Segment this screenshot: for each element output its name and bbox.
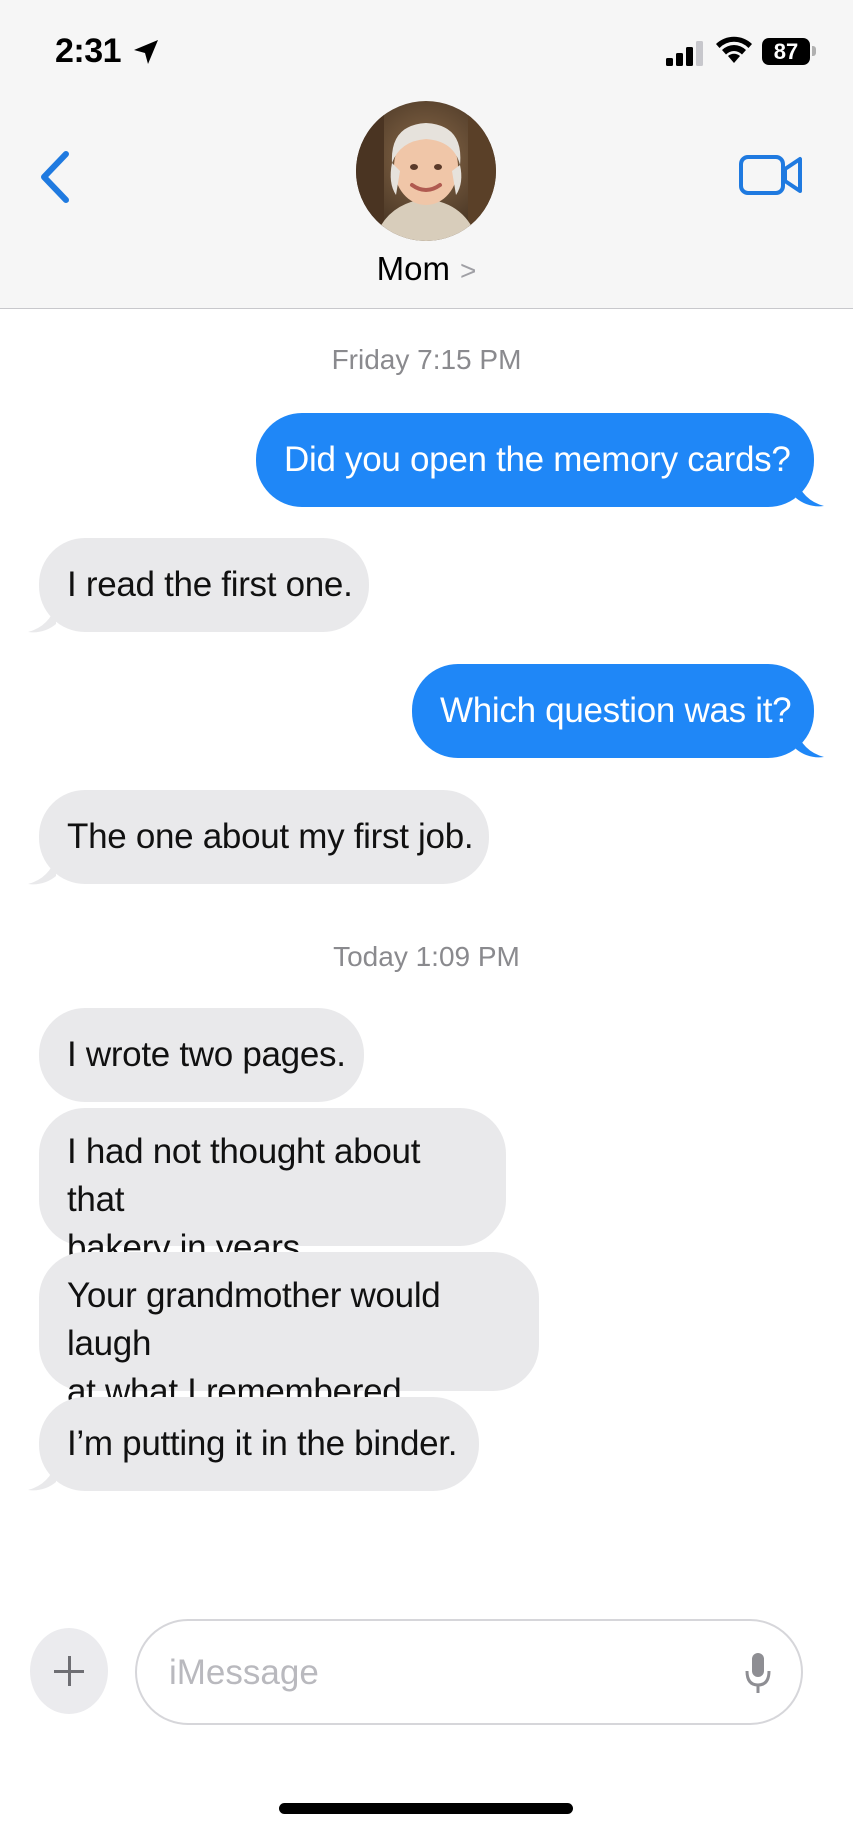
battery-icon: 87	[762, 38, 810, 65]
contact-name-button[interactable]: Mom >	[0, 250, 853, 288]
outgoing-message[interactable]: Which question was it?	[412, 664, 814, 758]
navigation-header: 2:31 87 Mom >	[0, 0, 853, 309]
cellular-signal-icon	[666, 41, 703, 66]
timestamp: Today 1:09 PM	[333, 941, 520, 972]
incoming-message[interactable]: Your grandmother would laugh at what I r…	[39, 1252, 539, 1411]
home-indicator	[279, 1803, 573, 1814]
location-arrow-icon	[134, 40, 158, 64]
incoming-message[interactable]: The one about my first job.	[39, 790, 489, 884]
wifi-icon	[716, 36, 752, 63]
contact-avatar[interactable]	[356, 101, 496, 241]
message-line: Your grandmother would laugh	[67, 1276, 441, 1363]
bubble-tail	[796, 478, 824, 507]
message-line: I had not thought about that	[67, 1132, 421, 1219]
bubble-tail	[28, 856, 56, 885]
battery-cap	[812, 46, 816, 56]
plus-icon[interactable]	[30, 1628, 108, 1714]
incoming-message[interactable]: I wrote two pages.	[39, 1008, 364, 1102]
bubble-tail	[28, 604, 56, 633]
chevron-right-icon: >	[459, 255, 477, 286]
incoming-message[interactable]: I’m putting it in the binder.	[39, 1397, 479, 1491]
contact-name: Mom	[376, 250, 450, 287]
bubble-tail	[28, 1462, 56, 1491]
outgoing-message[interactable]: Did you open the memory cards?	[256, 413, 814, 507]
timestamp: Friday 7:15 PM	[331, 344, 522, 375]
microphone-icon[interactable]	[745, 1651, 771, 1695]
message-input[interactable]	[167, 1621, 731, 1725]
chevron-left-icon[interactable]	[36, 150, 76, 204]
message-input-field[interactable]	[135, 1619, 803, 1725]
incoming-message[interactable]: I had not thought about that bakery in y…	[39, 1108, 506, 1267]
status-time: 2:31	[55, 32, 122, 70]
bubble-tail	[796, 729, 824, 758]
incoming-message[interactable]: I read the first one.	[39, 538, 369, 632]
video-camera-icon[interactable]	[738, 152, 804, 198]
